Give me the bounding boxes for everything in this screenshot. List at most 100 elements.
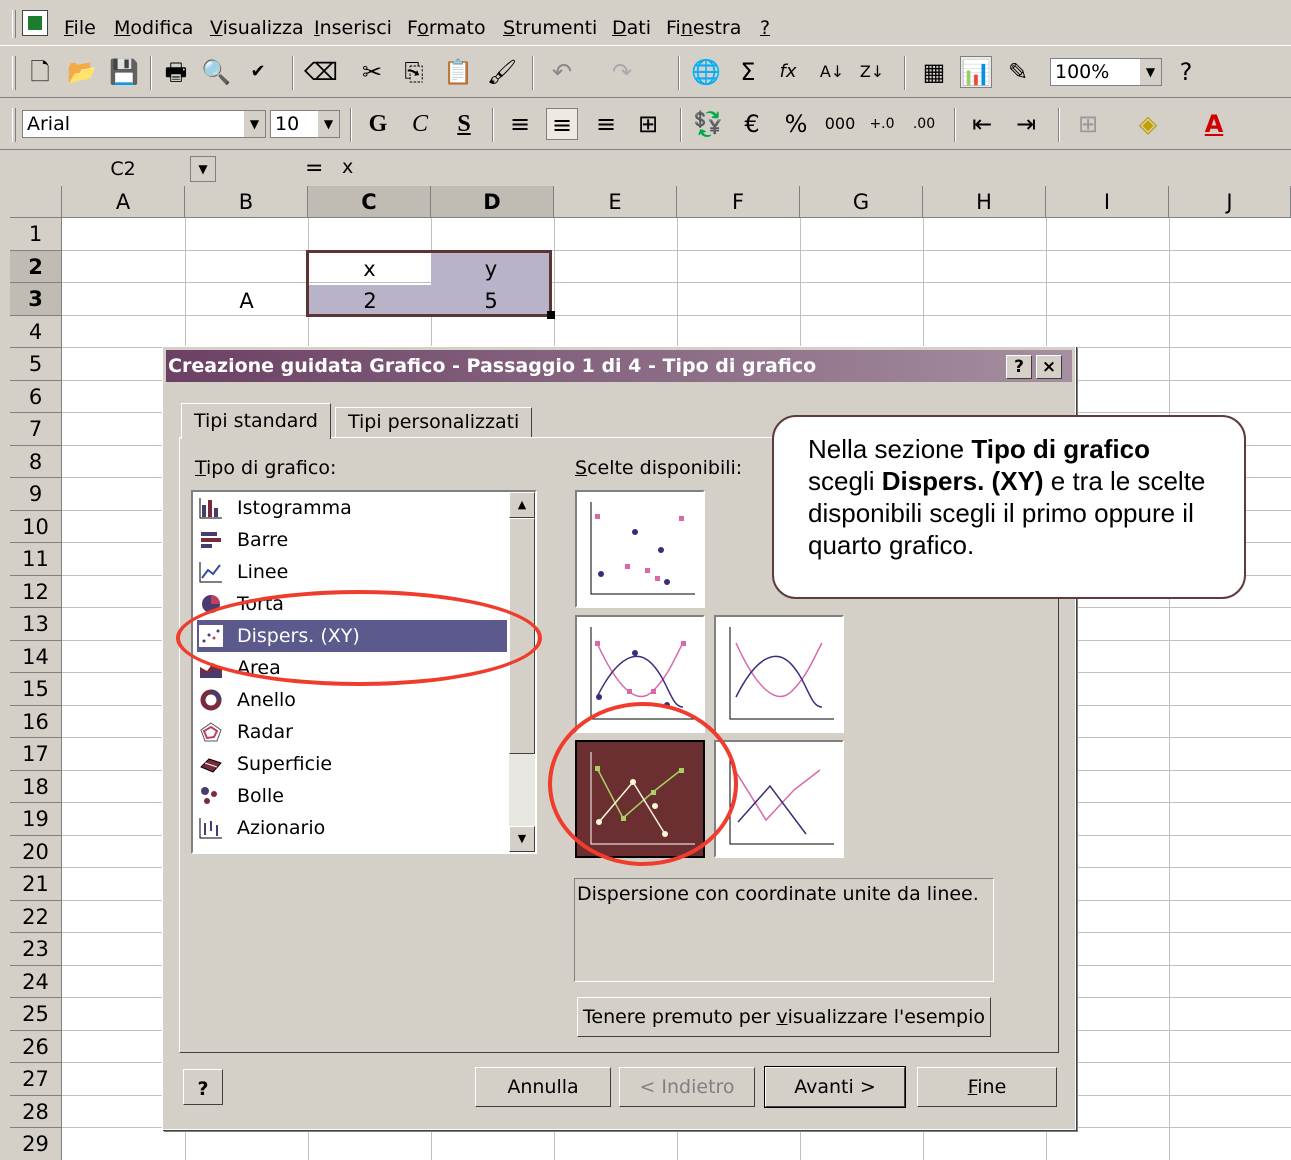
dialog-titlebar[interactable]: Creazione guidata Grafico - Passaggio 1 … — [166, 350, 1072, 382]
scroll-thumb[interactable] — [509, 518, 535, 754]
col-header-f[interactable]: F — [677, 186, 800, 218]
increase-decimal-icon[interactable]: +.0 — [866, 108, 898, 140]
new-icon[interactable]: 🗋 — [24, 56, 56, 88]
row-header-7[interactable]: 7 — [10, 413, 62, 446]
row-header-24[interactable]: 24 — [10, 966, 62, 998]
row-header-22[interactable]: 22 — [10, 901, 62, 933]
fill-color-icon[interactable]: ◈ — [1132, 108, 1164, 140]
format-painter-icon[interactable]: 🖌 — [486, 56, 518, 88]
thousands-icon[interactable]: 000 — [824, 108, 856, 140]
fill-handle[interactable] — [547, 311, 555, 319]
sort-ascending-icon[interactable]: A↓ — [816, 56, 848, 88]
list-item-barre[interactable]: Barre — [197, 524, 507, 556]
menu-help[interactable]: ? — [760, 17, 770, 39]
row-header-1[interactable]: 1 — [10, 218, 62, 251]
map-icon[interactable]: ▦ — [918, 56, 950, 88]
align-right-icon[interactable]: ≡ — [590, 108, 622, 140]
dialog-help-button[interactable]: ? — [1006, 355, 1032, 379]
col-header-g[interactable]: G — [800, 186, 923, 218]
row-header-19[interactable]: 19 — [10, 803, 62, 836]
chart-type-list[interactable]: Istogramma Barre Linee Torta Dispers. (X… — [191, 490, 537, 854]
next-button[interactable]: Avanti > — [764, 1066, 906, 1108]
merge-center-icon[interactable]: ⊞ — [632, 108, 664, 140]
list-item-istogramma[interactable]: Istogramma — [197, 492, 507, 524]
name-box[interactable]: C2 — [62, 154, 184, 184]
percent-icon[interactable]: % — [780, 108, 812, 140]
row-header-3[interactable]: 3 — [10, 283, 62, 316]
menu-finestra[interactable]: Finestra — [666, 17, 741, 39]
row-header-4[interactable]: 4 — [10, 316, 62, 348]
col-header-e[interactable]: E — [554, 186, 677, 218]
row-header-28[interactable]: 28 — [10, 1096, 62, 1128]
scroll-down-icon[interactable]: ▼ — [509, 826, 535, 852]
select-all-corner[interactable] — [10, 186, 62, 218]
preview-sample-button[interactable]: Tenere premuto per visualizzare l'esempi… — [577, 997, 991, 1037]
copy-icon[interactable]: ⎘ — [398, 56, 430, 88]
subtype-scatter-markers[interactable] — [575, 490, 705, 608]
row-header-11[interactable]: 11 — [10, 543, 62, 576]
list-item-area[interactable]: Area — [197, 652, 507, 684]
print-preview-icon[interactable]: 🔍 — [200, 56, 232, 88]
row-header-2[interactable]: 2 — [10, 251, 62, 283]
cut-icon[interactable]: ✂ — [356, 56, 388, 88]
sort-descending-icon[interactable]: Z↓ — [856, 56, 888, 88]
align-center-icon[interactable]: ≡ — [546, 108, 578, 140]
subtype-straight-markers[interactable] — [575, 740, 705, 858]
list-scrollbar[interactable]: ▲ ▼ — [509, 492, 535, 852]
finish-button[interactable]: Fine — [917, 1067, 1057, 1107]
col-header-b[interactable]: B — [185, 186, 308, 218]
menu-inserisci[interactable]: Inserisci — [314, 17, 392, 39]
cancel-button[interactable]: Annulla — [475, 1067, 611, 1107]
autosum-icon[interactable]: Σ — [732, 56, 764, 88]
menu-file[interactable]: File — [64, 17, 96, 39]
menu-strumenti[interactable]: Strumenti — [503, 17, 597, 39]
align-left-icon[interactable]: ≡ — [504, 108, 536, 140]
menu-visualizza[interactable]: Visualizza — [210, 17, 304, 39]
bold-button[interactable]: G — [362, 108, 394, 140]
subtype-smooth-markers[interactable] — [575, 615, 705, 733]
row-header-21[interactable]: 21 — [10, 868, 62, 901]
euro-icon[interactable]: € — [736, 108, 768, 140]
row-header-8[interactable]: 8 — [10, 446, 62, 478]
row-header-29[interactable]: 29 — [10, 1128, 62, 1160]
menu-modifica[interactable]: Modifica — [114, 17, 193, 39]
row-header-17[interactable]: 17 — [10, 738, 62, 771]
undo-icon[interactable]: ↶ — [546, 56, 578, 88]
list-item-superficie[interactable]: Superficie — [197, 748, 507, 780]
spelling-icon[interactable]: ✔ — [242, 56, 274, 88]
list-item-linee[interactable]: Linee — [197, 556, 507, 588]
col-header-j[interactable]: J — [1169, 186, 1291, 218]
subtype-straight-lines[interactable] — [714, 740, 844, 858]
row-header-10[interactable]: 10 — [10, 511, 62, 543]
row-header-23[interactable]: 23 — [10, 933, 62, 966]
row-header-6[interactable]: 6 — [10, 381, 62, 413]
formula-value[interactable]: x — [342, 156, 353, 178]
chevron-down-icon[interactable]: ▼ — [1139, 59, 1161, 85]
dialog-close-button[interactable]: × — [1036, 355, 1062, 379]
row-header-12[interactable]: 12 — [10, 576, 62, 608]
tab-standard[interactable]: Tipi standard — [181, 403, 331, 439]
currency-icon[interactable]: 💱 — [692, 108, 724, 140]
print-icon[interactable]: 🖶 — [160, 56, 192, 88]
drawing-icon[interactable]: ✎ — [1002, 56, 1034, 88]
chevron-down-icon[interactable]: ▼ — [190, 156, 216, 182]
list-item-radar[interactable]: Radar — [197, 716, 507, 748]
row-header-18[interactable]: 18 — [10, 771, 62, 803]
excel-doc-icon[interactable] — [22, 10, 48, 36]
italic-button[interactable]: C — [404, 108, 436, 140]
list-item-dispersione[interactable]: Dispers. (XY) — [197, 620, 507, 652]
font-color-icon[interactable]: A — [1198, 108, 1230, 140]
col-header-i[interactable]: I — [1046, 186, 1169, 218]
col-header-h[interactable]: H — [923, 186, 1046, 218]
subtype-smooth-lines[interactable] — [714, 615, 844, 733]
list-item-azionario[interactable]: Azionario — [197, 812, 507, 844]
font-combo[interactable]: Arial ▼ — [22, 110, 266, 138]
row-header-26[interactable]: 26 — [10, 1031, 62, 1063]
underline-button[interactable]: S — [448, 108, 480, 140]
redo-icon[interactable]: ↷ — [606, 56, 638, 88]
save-icon[interactable]: 💾 — [108, 56, 140, 88]
row-header-25[interactable]: 25 — [10, 998, 62, 1031]
zoom-combo[interactable]: 100% ▼ — [1050, 58, 1162, 86]
cell-b3[interactable]: A — [185, 285, 308, 317]
borders-icon[interactable]: ⊞ — [1072, 108, 1104, 140]
